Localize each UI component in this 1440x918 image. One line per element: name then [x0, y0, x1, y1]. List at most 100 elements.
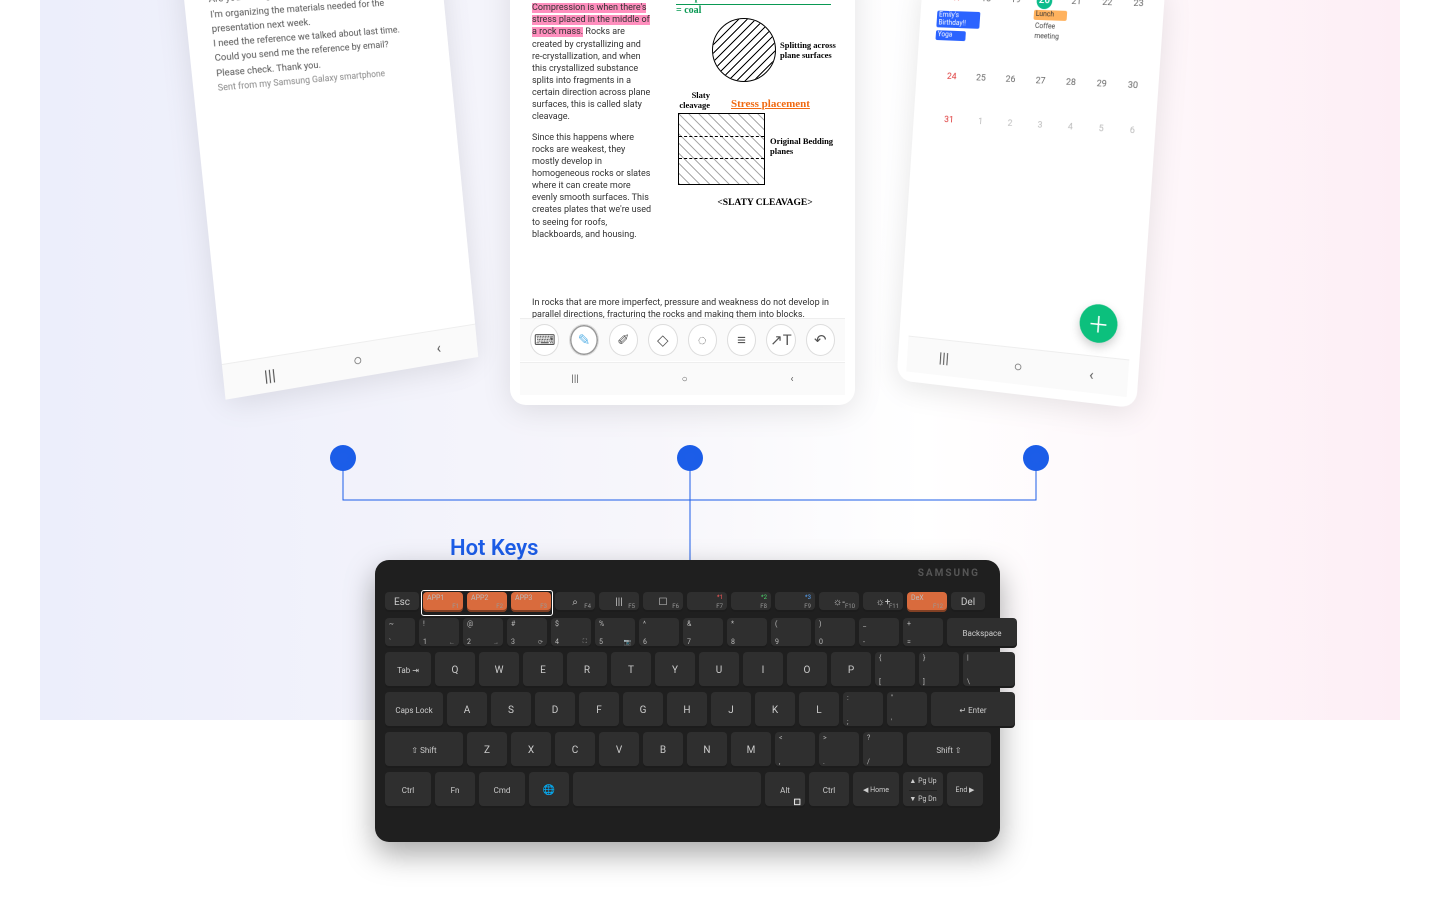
key-lang[interactable]: 🌐 — [529, 772, 569, 808]
calendar-date[interactable]: 2 — [984, 116, 1017, 161]
key-f6[interactable]: ☐F6 — [643, 592, 683, 612]
calendar-event[interactable]: Emily's Birthday!! — [936, 11, 980, 30]
calendar-event[interactable]: Coffee — [1033, 22, 1058, 33]
calendar-date[interactable]: 4 — [1044, 119, 1077, 165]
calendar-date[interactable]: 28 — [1047, 75, 1081, 121]
key-backspace[interactable]: Backspace — [947, 618, 1017, 648]
key-grave[interactable]: ~` — [385, 618, 415, 648]
key-comma[interactable]: <, — [775, 732, 815, 768]
key-u[interactable]: U — [699, 652, 739, 688]
calendar-date[interactable]: 24 — [929, 69, 961, 114]
add-event-fab[interactable]: ＋ — [1078, 302, 1118, 344]
key-lbracket[interactable]: {[ — [875, 652, 915, 688]
key-t[interactable]: T — [611, 652, 651, 688]
home-icon[interactable]: ○ — [352, 350, 363, 371]
calendar-date[interactable]: 1 — [955, 114, 987, 159]
key-end[interactable]: End ▶ — [947, 772, 983, 808]
key-bt2[interactable]: *2F8 — [731, 592, 771, 612]
undo-tool-icon[interactable]: ↶ — [806, 324, 835, 356]
key-app3[interactable]: APP3F3 — [511, 592, 551, 612]
key-w[interactable]: W — [479, 652, 519, 688]
key-capslock[interactable]: Caps Lock — [385, 692, 443, 728]
key-app2[interactable]: APP2F2 — [467, 592, 507, 612]
key-9[interactable]: (9 — [771, 618, 811, 648]
key-x[interactable]: X — [511, 732, 551, 768]
key-del[interactable]: Del — [951, 592, 985, 612]
key-4[interactable]: $4⛶ — [551, 618, 591, 648]
key-n[interactable]: N — [687, 732, 727, 768]
key-m[interactable]: M — [731, 732, 771, 768]
text-tool-icon[interactable]: ↗T — [766, 324, 795, 356]
key-d[interactable]: D — [535, 692, 575, 728]
key-equal[interactable]: += — [903, 618, 943, 648]
key-g[interactable]: G — [623, 692, 663, 728]
key-3[interactable]: #3⟳ — [507, 618, 547, 648]
key-y[interactable]: Y — [655, 652, 695, 688]
key-a[interactable]: A — [447, 692, 487, 728]
key-p[interactable]: P — [831, 652, 871, 688]
key-period[interactable]: >. — [819, 732, 859, 768]
key-r[interactable]: R — [567, 652, 607, 688]
key-l[interactable]: L — [799, 692, 839, 728]
key-backslash[interactable]: |\ — [963, 652, 1015, 688]
key-5[interactable]: %5📷 — [595, 618, 635, 648]
eraser-tool-icon[interactable]: ◇ — [648, 324, 677, 356]
recents-icon[interactable]: ||| — [263, 364, 276, 385]
back-icon[interactable]: ‹ — [436, 338, 442, 357]
key-f5[interactable]: |||F5 — [599, 592, 639, 612]
key-b[interactable]: B — [643, 732, 683, 768]
key-s[interactable]: S — [491, 692, 531, 728]
key-z[interactable]: Z — [467, 732, 507, 768]
key-2[interactable]: @2→ — [463, 618, 503, 648]
align-tool-icon[interactable]: ≡ — [727, 324, 756, 356]
key-j[interactable]: J — [711, 692, 751, 728]
key-quote[interactable]: "' — [887, 692, 927, 728]
back-icon[interactable]: ‹ — [791, 374, 794, 385]
calendar-date[interactable]: 23 — [1111, 0, 1148, 79]
key-semicolon[interactable]: :; — [843, 692, 883, 728]
calendar-date[interactable]: 29 — [1077, 76, 1111, 122]
key-f[interactable]: F — [579, 692, 619, 728]
key-1[interactable]: !1← — [419, 618, 459, 648]
calendar-date[interactable]: 31 — [926, 112, 958, 157]
calendar-date[interactable]: 5 — [1074, 121, 1108, 167]
key-bright-up[interactable]: ☼+F11 — [863, 592, 903, 612]
key-f4[interactable]: ⌕F4 — [555, 592, 595, 612]
keyboard-tool-icon[interactable]: ⌨ — [530, 324, 559, 356]
calendar-event[interactable]: Yoga — [935, 30, 965, 41]
calendar-date[interactable]: 26 — [987, 72, 1020, 117]
key-space[interactable] — [573, 772, 761, 808]
calendar-date[interactable]: 6 — [1105, 122, 1139, 169]
key-bt3[interactable]: *3F9 — [775, 592, 815, 612]
key-o[interactable]: O — [787, 652, 827, 688]
key-cmd[interactable]: Cmd — [479, 772, 525, 808]
key-bright-down[interactable]: ☼-F10 — [819, 592, 859, 612]
key-e[interactable]: E — [523, 652, 563, 688]
key-6[interactable]: ^6 — [639, 618, 679, 648]
key-tab[interactable]: Tab ⇥ — [385, 652, 431, 688]
key-alt-r[interactable]: Alt🔳 — [765, 772, 805, 808]
key-dex[interactable]: DeXF12 — [907, 592, 947, 612]
lasso-tool-icon[interactable]: ◌ — [688, 324, 717, 356]
calendar-date[interactable]: 3 — [1014, 117, 1047, 163]
recents-icon[interactable]: ||| — [938, 349, 949, 368]
key-q[interactable]: Q — [435, 652, 475, 688]
back-icon[interactable]: ‹ — [1089, 365, 1095, 384]
key-bt1[interactable]: *1F7 — [687, 592, 727, 612]
highlighter-tool-icon[interactable]: ✐ — [609, 324, 638, 356]
key-v[interactable]: V — [599, 732, 639, 768]
key-ctrl-r[interactable]: Ctrl — [809, 772, 849, 808]
key-slash[interactable]: ?/ — [863, 732, 903, 768]
calendar-event[interactable]: Lunch — [1033, 10, 1067, 21]
key-h[interactable]: H — [667, 692, 707, 728]
key-7[interactable]: &7 — [683, 618, 723, 648]
key-c[interactable]: C — [555, 732, 595, 768]
key-k[interactable]: K — [755, 692, 795, 728]
pen-tool-icon[interactable]: ✎ — [569, 324, 598, 356]
key-0[interactable]: )0 — [815, 618, 855, 648]
key-esc[interactable]: Esc — [385, 592, 419, 612]
key-rbracket[interactable]: }] — [919, 652, 959, 688]
key-minus[interactable]: _- — [859, 618, 899, 648]
key-fn[interactable]: Fn — [435, 772, 475, 808]
key-i[interactable]: I — [743, 652, 783, 688]
